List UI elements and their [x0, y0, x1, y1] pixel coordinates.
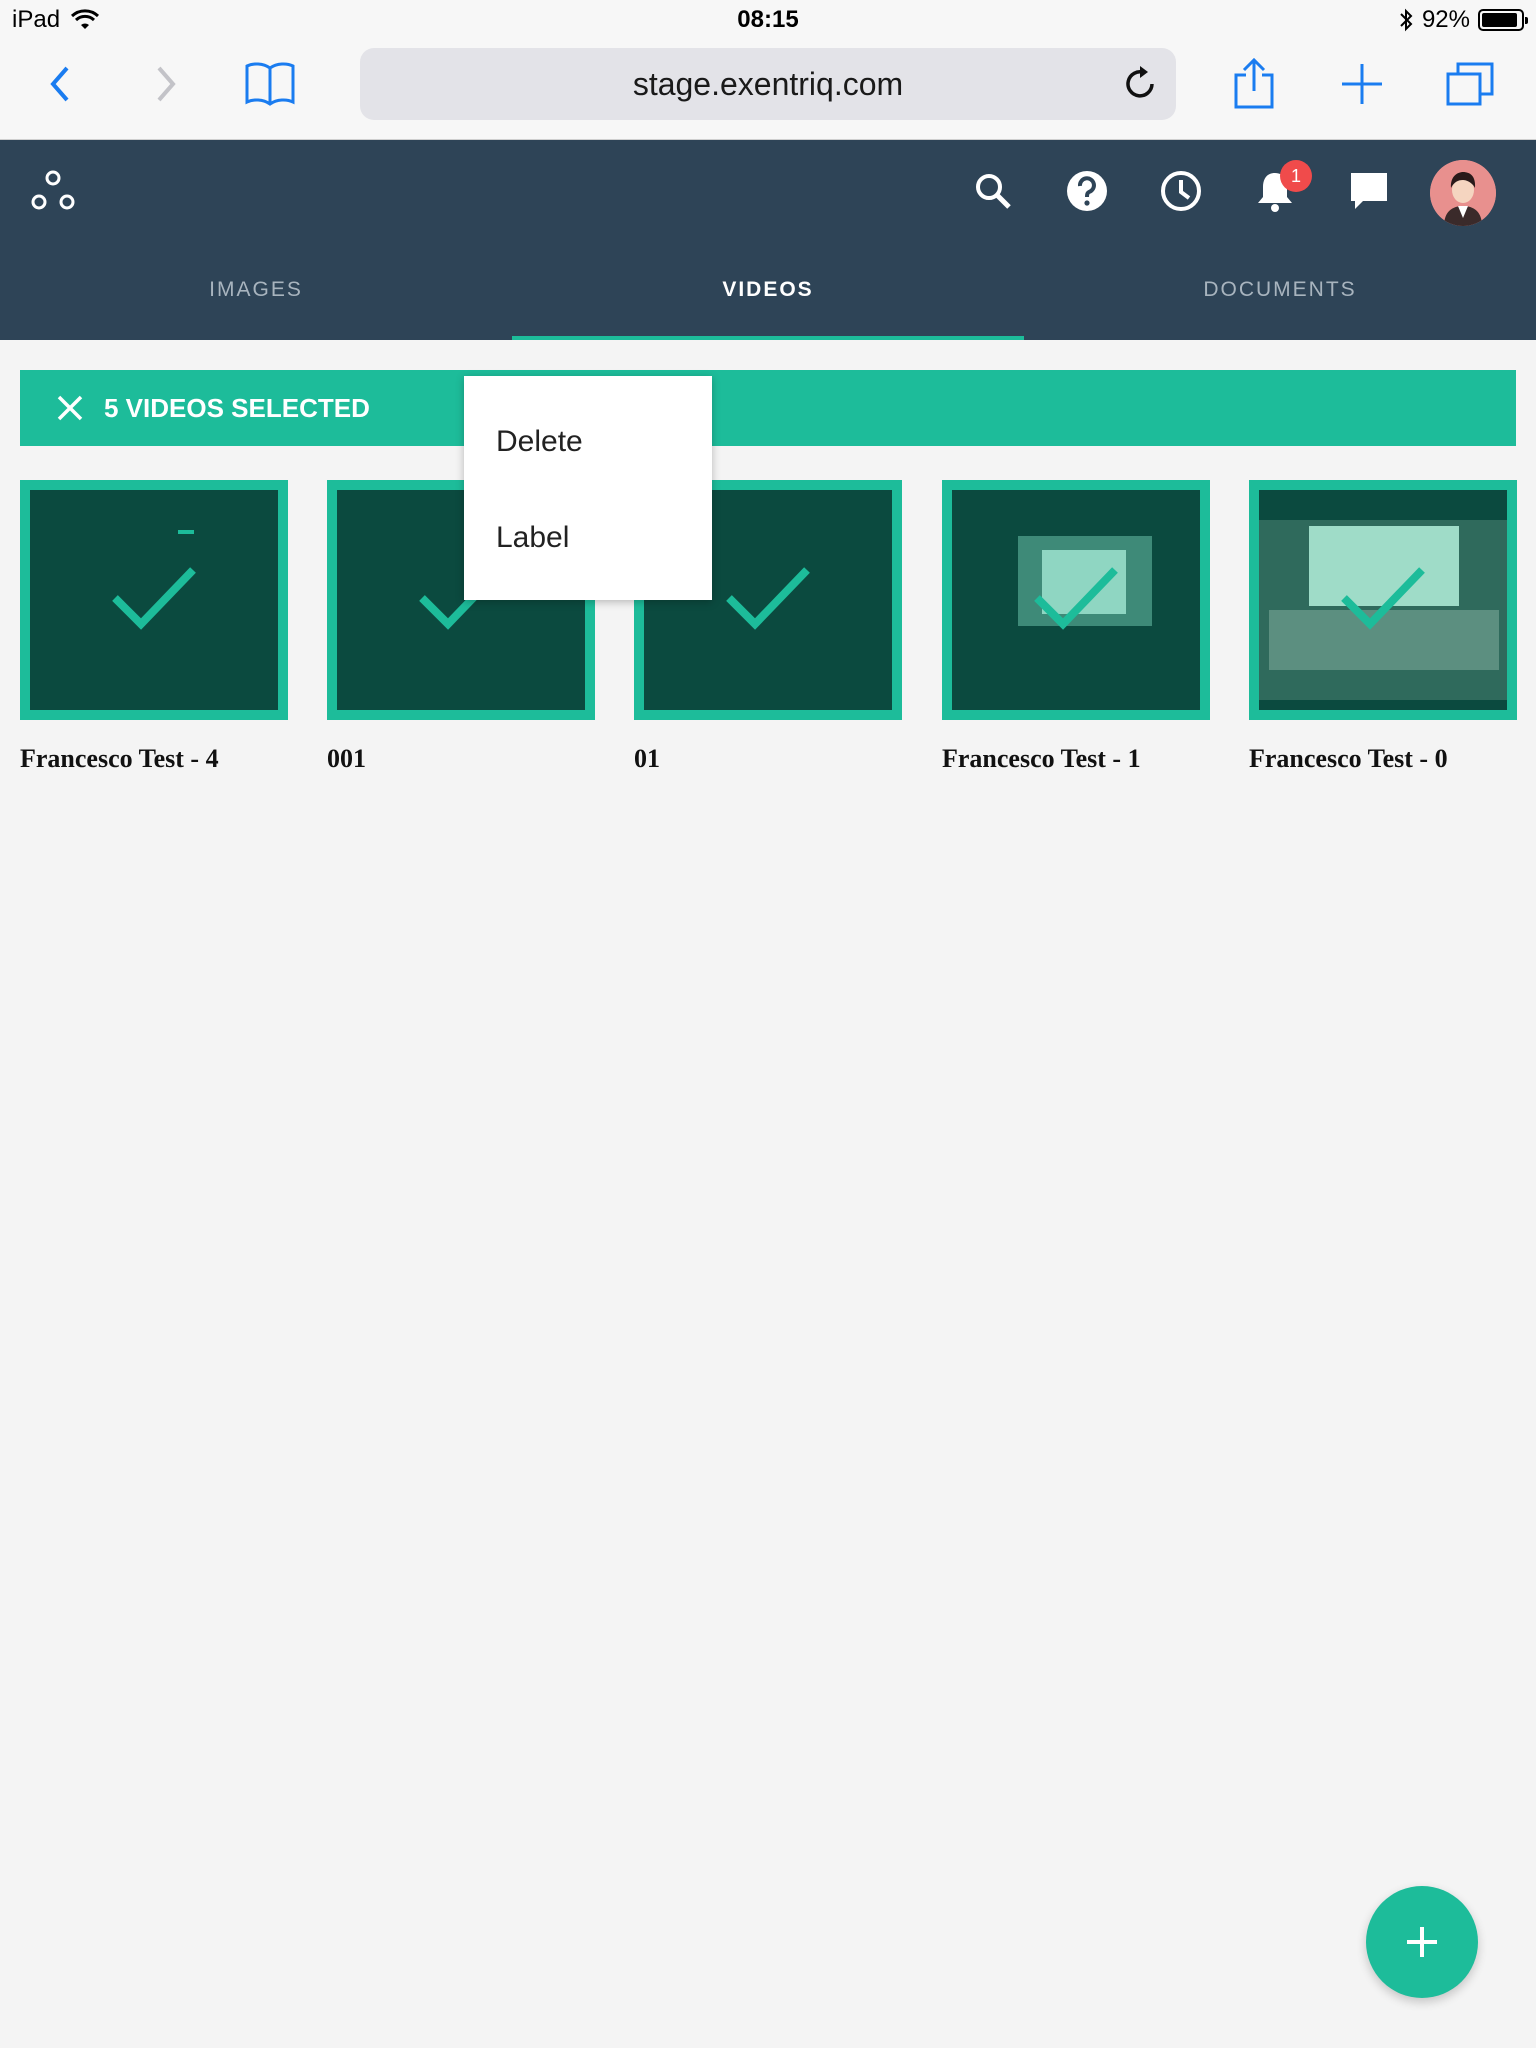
url-text: stage.exentriq.com: [632, 65, 904, 102]
video-card[interactable]: Francesco Test - 1: [942, 480, 1210, 774]
tab-images-label: IMAGES: [209, 278, 303, 301]
bell-icon[interactable]: 1: [1252, 160, 1312, 214]
battery-percent: 92%: [1421, 6, 1470, 33]
video-thumbnail[interactable]: [1249, 480, 1517, 720]
notification-badge: 1: [1280, 160, 1312, 192]
tab-images[interactable]: IMAGES: [0, 240, 512, 340]
status-bar: iPad 08:15 92%: [0, 0, 1536, 40]
menu-item-label[interactable]: Label: [464, 490, 712, 586]
check-icon: [1034, 567, 1118, 630]
check-icon: [726, 567, 810, 630]
check-icon: [112, 567, 196, 630]
tabs-icon[interactable]: [1440, 54, 1500, 114]
selection-count-label: 5 VIDEOS SELECTED: [104, 392, 370, 423]
help-icon[interactable]: [1064, 168, 1110, 214]
close-icon[interactable]: [56, 394, 84, 422]
clock: 08:15: [737, 6, 799, 33]
avatar[interactable]: [1430, 160, 1496, 226]
video-thumbnail[interactable]: [942, 480, 1210, 720]
video-title: Francesco Test - 0: [1249, 744, 1448, 773]
video-card[interactable]: Francesco Test - 4: [20, 480, 288, 774]
new-tab-icon[interactable]: [1332, 54, 1392, 114]
battery-icon: [1478, 9, 1528, 31]
battery-fill: [1482, 13, 1517, 27]
video-title: 001: [327, 744, 366, 773]
plus-icon: [1407, 1927, 1437, 1957]
app-header: 1: [0, 140, 1536, 240]
add-button[interactable]: [1366, 1886, 1478, 1998]
video-title: Francesco Test - 4: [20, 744, 219, 773]
actions-menu: Delete Label: [464, 376, 712, 600]
video-card[interactable]: Francesco Test - 0: [1249, 480, 1517, 774]
browser-toolbar: stage.exentriq.com: [0, 40, 1536, 140]
tab-documents[interactable]: DOCUMENTS: [1024, 240, 1536, 340]
check-icon: [1341, 567, 1425, 630]
reload-icon[interactable]: [1118, 62, 1162, 106]
video-title: 01: [634, 744, 660, 773]
app-logo-icon[interactable]: [30, 168, 76, 214]
menu-item-delete[interactable]: Delete: [464, 394, 712, 490]
address-bar[interactable]: stage.exentriq.com: [360, 48, 1176, 120]
forward-icon[interactable]: [136, 54, 196, 114]
tab-videos-label: VIDEOS: [722, 278, 814, 301]
tab-videos[interactable]: VIDEOS: [512, 240, 1024, 340]
bluetooth-icon: [1400, 8, 1413, 32]
share-icon[interactable]: [1224, 54, 1284, 114]
chat-icon[interactable]: [1346, 168, 1392, 214]
back-icon[interactable]: [30, 54, 90, 114]
search-icon[interactable]: [970, 168, 1016, 214]
status-right: 92%: [1398, 6, 1528, 34]
media-tabs: IMAGES VIDEOS DOCUMENTS: [0, 240, 1536, 340]
video-title: Francesco Test - 1: [942, 744, 1141, 773]
selection-bar: 5 VIDEOS SELECTED: [20, 370, 1516, 446]
bookmarks-icon[interactable]: [240, 54, 300, 114]
tab-documents-label: DOCUMENTS: [1203, 278, 1357, 301]
video-thumbnail[interactable]: [20, 480, 288, 720]
history-icon[interactable]: [1158, 168, 1204, 214]
